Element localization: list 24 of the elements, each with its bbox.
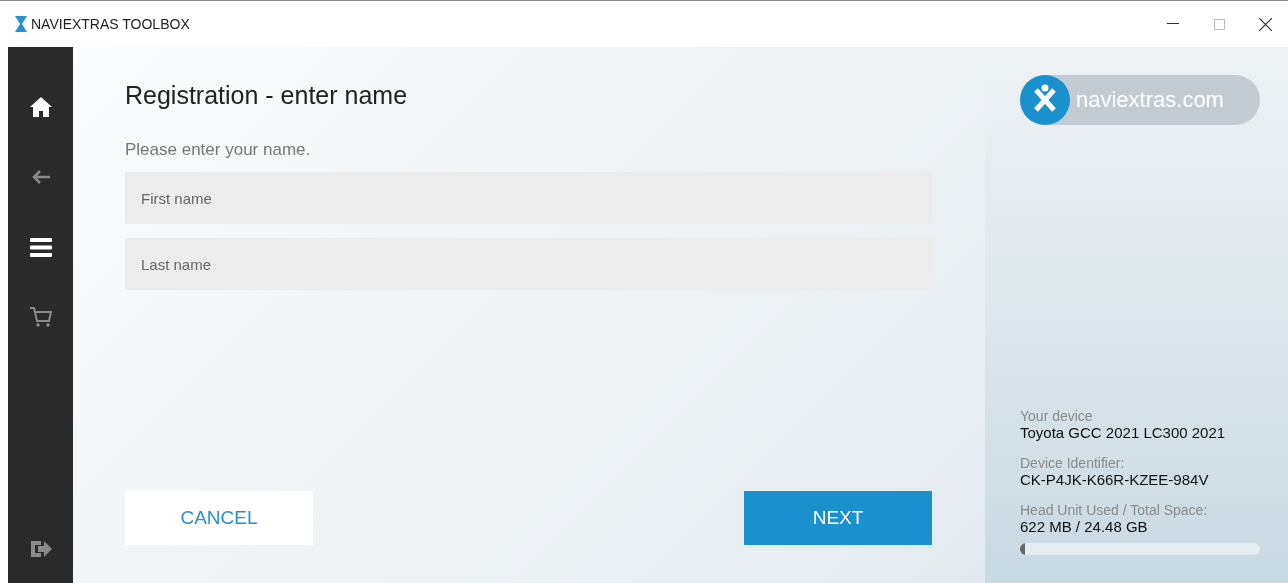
menu-icon: [29, 237, 52, 257]
close-icon: [1258, 17, 1272, 31]
name-field[interactable]: Last name: [125, 238, 932, 290]
home-icon: [29, 97, 52, 117]
exit-icon: [29, 540, 52, 558]
device-info-label: Your device: [1020, 408, 1094, 424]
device-info-value: 622 MB / 24.48 GB: [1020, 518, 1149, 535]
cart-icon: [29, 306, 52, 328]
device-info-value: Toyota GCC 2021 LC300 2021: [1020, 424, 1227, 441]
minimize-icon: [1167, 23, 1179, 25]
window-title: NAVIEXTRAS TOOLBOX: [31, 16, 190, 32]
maximize-icon: [1213, 18, 1225, 30]
person-logo-icon: [1020, 75, 1070, 125]
app-logo-icon: [15, 16, 27, 32]
device-info-value: CK-P4JK-K66R-KZEE-984V: [1020, 471, 1210, 488]
next-button[interactable]: NEXT: [744, 491, 932, 545]
cancel-button[interactable]: CANCEL: [125, 491, 313, 545]
device-info-label: Device Identifier:: [1020, 455, 1126, 471]
name-field[interactable]: First name: [125, 172, 932, 224]
page-title: Registration - enter name: [125, 81, 409, 110]
back-arrow-icon: [30, 169, 51, 185]
brand-text: naviextras.com: [1076, 87, 1224, 113]
device-info-label: Head Unit Used / Total Space:: [1020, 502, 1209, 518]
prompt-text: Please enter your name.: [125, 140, 312, 160]
